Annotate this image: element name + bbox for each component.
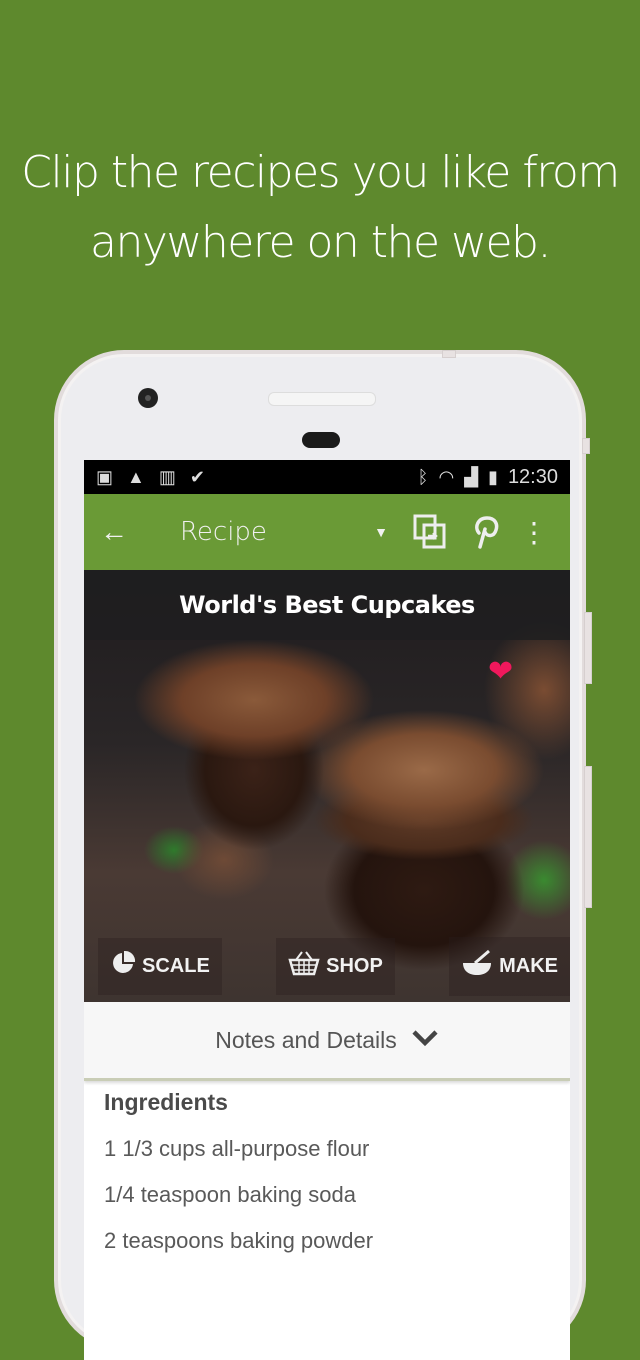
app-icon: ▲ xyxy=(127,466,145,487)
recipe-action-bar: SCALE SHOP MAKE xyxy=(98,930,570,1002)
ingredients-heading: Ingredients xyxy=(104,1089,228,1115)
share-screen-icon-svg xyxy=(413,514,446,549)
shop-button[interactable]: SHOP xyxy=(276,937,395,995)
more-options-icon[interactable]: ⋮ xyxy=(514,504,554,560)
status-bar: ▣ ▲ ▥ ✔ ᛒ ◠ ▟ ▮ 12:30 xyxy=(84,460,570,494)
shop-label: SHOP xyxy=(326,954,383,977)
dropdown-arrow-icon[interactable]: ▼ xyxy=(374,524,388,540)
ingredients-section: Ingredients 1 1/3 cups all-purpose flour… xyxy=(84,1081,570,1272)
status-time: 12:30 xyxy=(507,465,558,488)
phone-volume-button xyxy=(584,766,592,908)
pinterest-icon[interactable] xyxy=(458,504,514,560)
checkmark-icon: ✔ xyxy=(189,466,205,487)
ingredient-item: 2 teaspoons baking powder xyxy=(104,1228,374,1253)
ingredient-item: 1/4 teaspoon baking soda xyxy=(104,1182,356,1207)
share-screen-icon[interactable] xyxy=(402,504,458,560)
ingredient-item: 1 1/3 cups all-purpose flour xyxy=(104,1136,370,1161)
pinterest-icon-svg xyxy=(475,516,499,549)
front-camera xyxy=(138,388,158,408)
make-label: MAKE xyxy=(499,954,558,977)
basket-icon xyxy=(288,950,320,983)
favorite-heart-icon[interactable]: ❤ xyxy=(488,654,513,689)
recipe-hero-image: World's Best Cupcakes ❤ SCALE SHOP MAKE xyxy=(84,570,570,1002)
headline-line-1: Clip the recipes you like from xyxy=(21,147,620,198)
scale-label: SCALE xyxy=(142,954,210,977)
phone-top-button xyxy=(442,350,456,358)
chevron-down-icon xyxy=(411,1026,439,1054)
recipe-title-bar: World's Best Cupcakes xyxy=(84,570,570,640)
battery-icon: ▮ xyxy=(488,466,498,487)
phone-frame: ▣ ▲ ▥ ✔ ᛒ ◠ ▟ ▮ 12:30 ← Recipe ▼ ⋮ World… xyxy=(54,350,592,1360)
back-arrow-icon[interactable]: ← xyxy=(100,516,180,548)
bluetooth-icon: ᛒ xyxy=(417,466,429,487)
scale-button[interactable]: SCALE xyxy=(98,937,222,995)
image-icon: ▣ xyxy=(96,466,114,487)
barcode-icon: ▥ xyxy=(158,466,176,487)
app-bar: ← Recipe ▼ ⋮ xyxy=(84,494,570,570)
proximity-sensor xyxy=(302,432,340,448)
notes-and-details-toggle[interactable]: Notes and Details xyxy=(84,1002,570,1081)
phone-screen: ▣ ▲ ▥ ✔ ᛒ ◠ ▟ ▮ 12:30 ← Recipe ▼ ⋮ World… xyxy=(84,460,570,1360)
wifi-icon: ◠ xyxy=(438,466,455,487)
recipe-title: World's Best Cupcakes xyxy=(179,591,475,619)
make-button[interactable]: MAKE xyxy=(449,936,570,996)
headline-line-2: anywhere on the web. xyxy=(90,217,551,268)
headline: Clip the recipes you like from anywhere … xyxy=(0,138,640,278)
signal-icon: ▟ xyxy=(464,466,479,487)
earpiece-speaker xyxy=(268,392,376,406)
pie-chart-icon xyxy=(110,950,136,983)
notes-label: Notes and Details xyxy=(215,1026,397,1053)
mixing-bowl-icon xyxy=(461,949,493,984)
phone-side-button xyxy=(582,438,590,454)
app-bar-title[interactable]: Recipe xyxy=(180,517,267,547)
phone-power-button xyxy=(584,612,592,684)
